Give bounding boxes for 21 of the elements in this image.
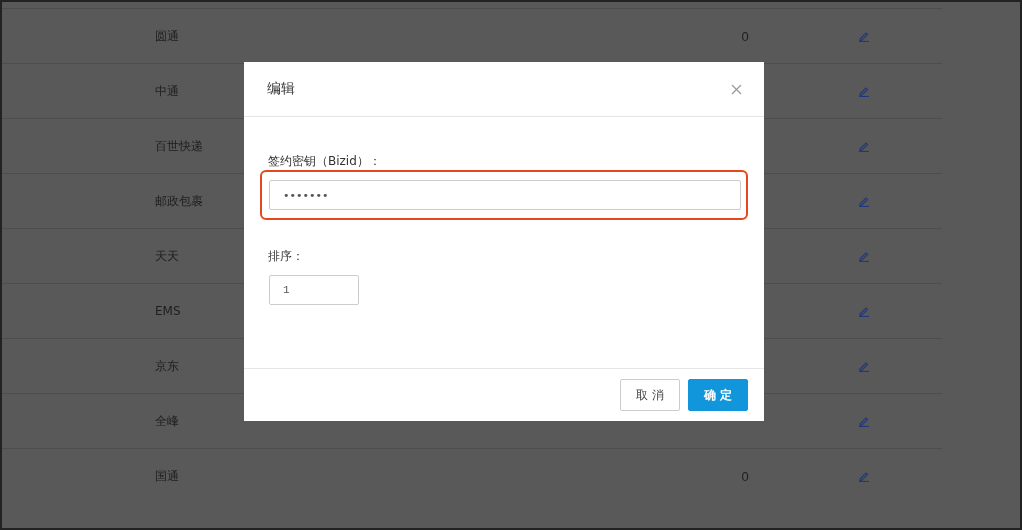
secret-key-field[interactable]: ••••••• xyxy=(269,180,741,210)
carrier-name: EMS xyxy=(155,304,181,318)
carrier-name: 中通 xyxy=(155,83,179,98)
edit-icon[interactable] xyxy=(858,140,870,152)
count-value: 0 xyxy=(741,468,749,484)
edit-icon[interactable] xyxy=(858,195,870,207)
sort-order-field[interactable]: 1 xyxy=(269,275,359,305)
edit-icon[interactable] xyxy=(858,85,870,97)
cancel-button[interactable]: 取 消 xyxy=(620,379,680,411)
edit-icon[interactable] xyxy=(858,250,870,262)
edit-icon[interactable] xyxy=(858,360,870,372)
edit-icon[interactable] xyxy=(858,30,870,42)
edit-icon[interactable] xyxy=(858,470,870,482)
carrier-name: 圆通 xyxy=(155,28,179,43)
count-value: 0 xyxy=(741,28,749,44)
field-label: 排序： xyxy=(268,248,305,265)
close-icon[interactable] xyxy=(731,83,742,95)
edit-icon[interactable] xyxy=(858,415,870,427)
dialog-title: 编辑 xyxy=(267,80,295,98)
field-label: 签约密钥（Bizid）： xyxy=(268,153,382,170)
edit-icon[interactable] xyxy=(858,305,870,317)
